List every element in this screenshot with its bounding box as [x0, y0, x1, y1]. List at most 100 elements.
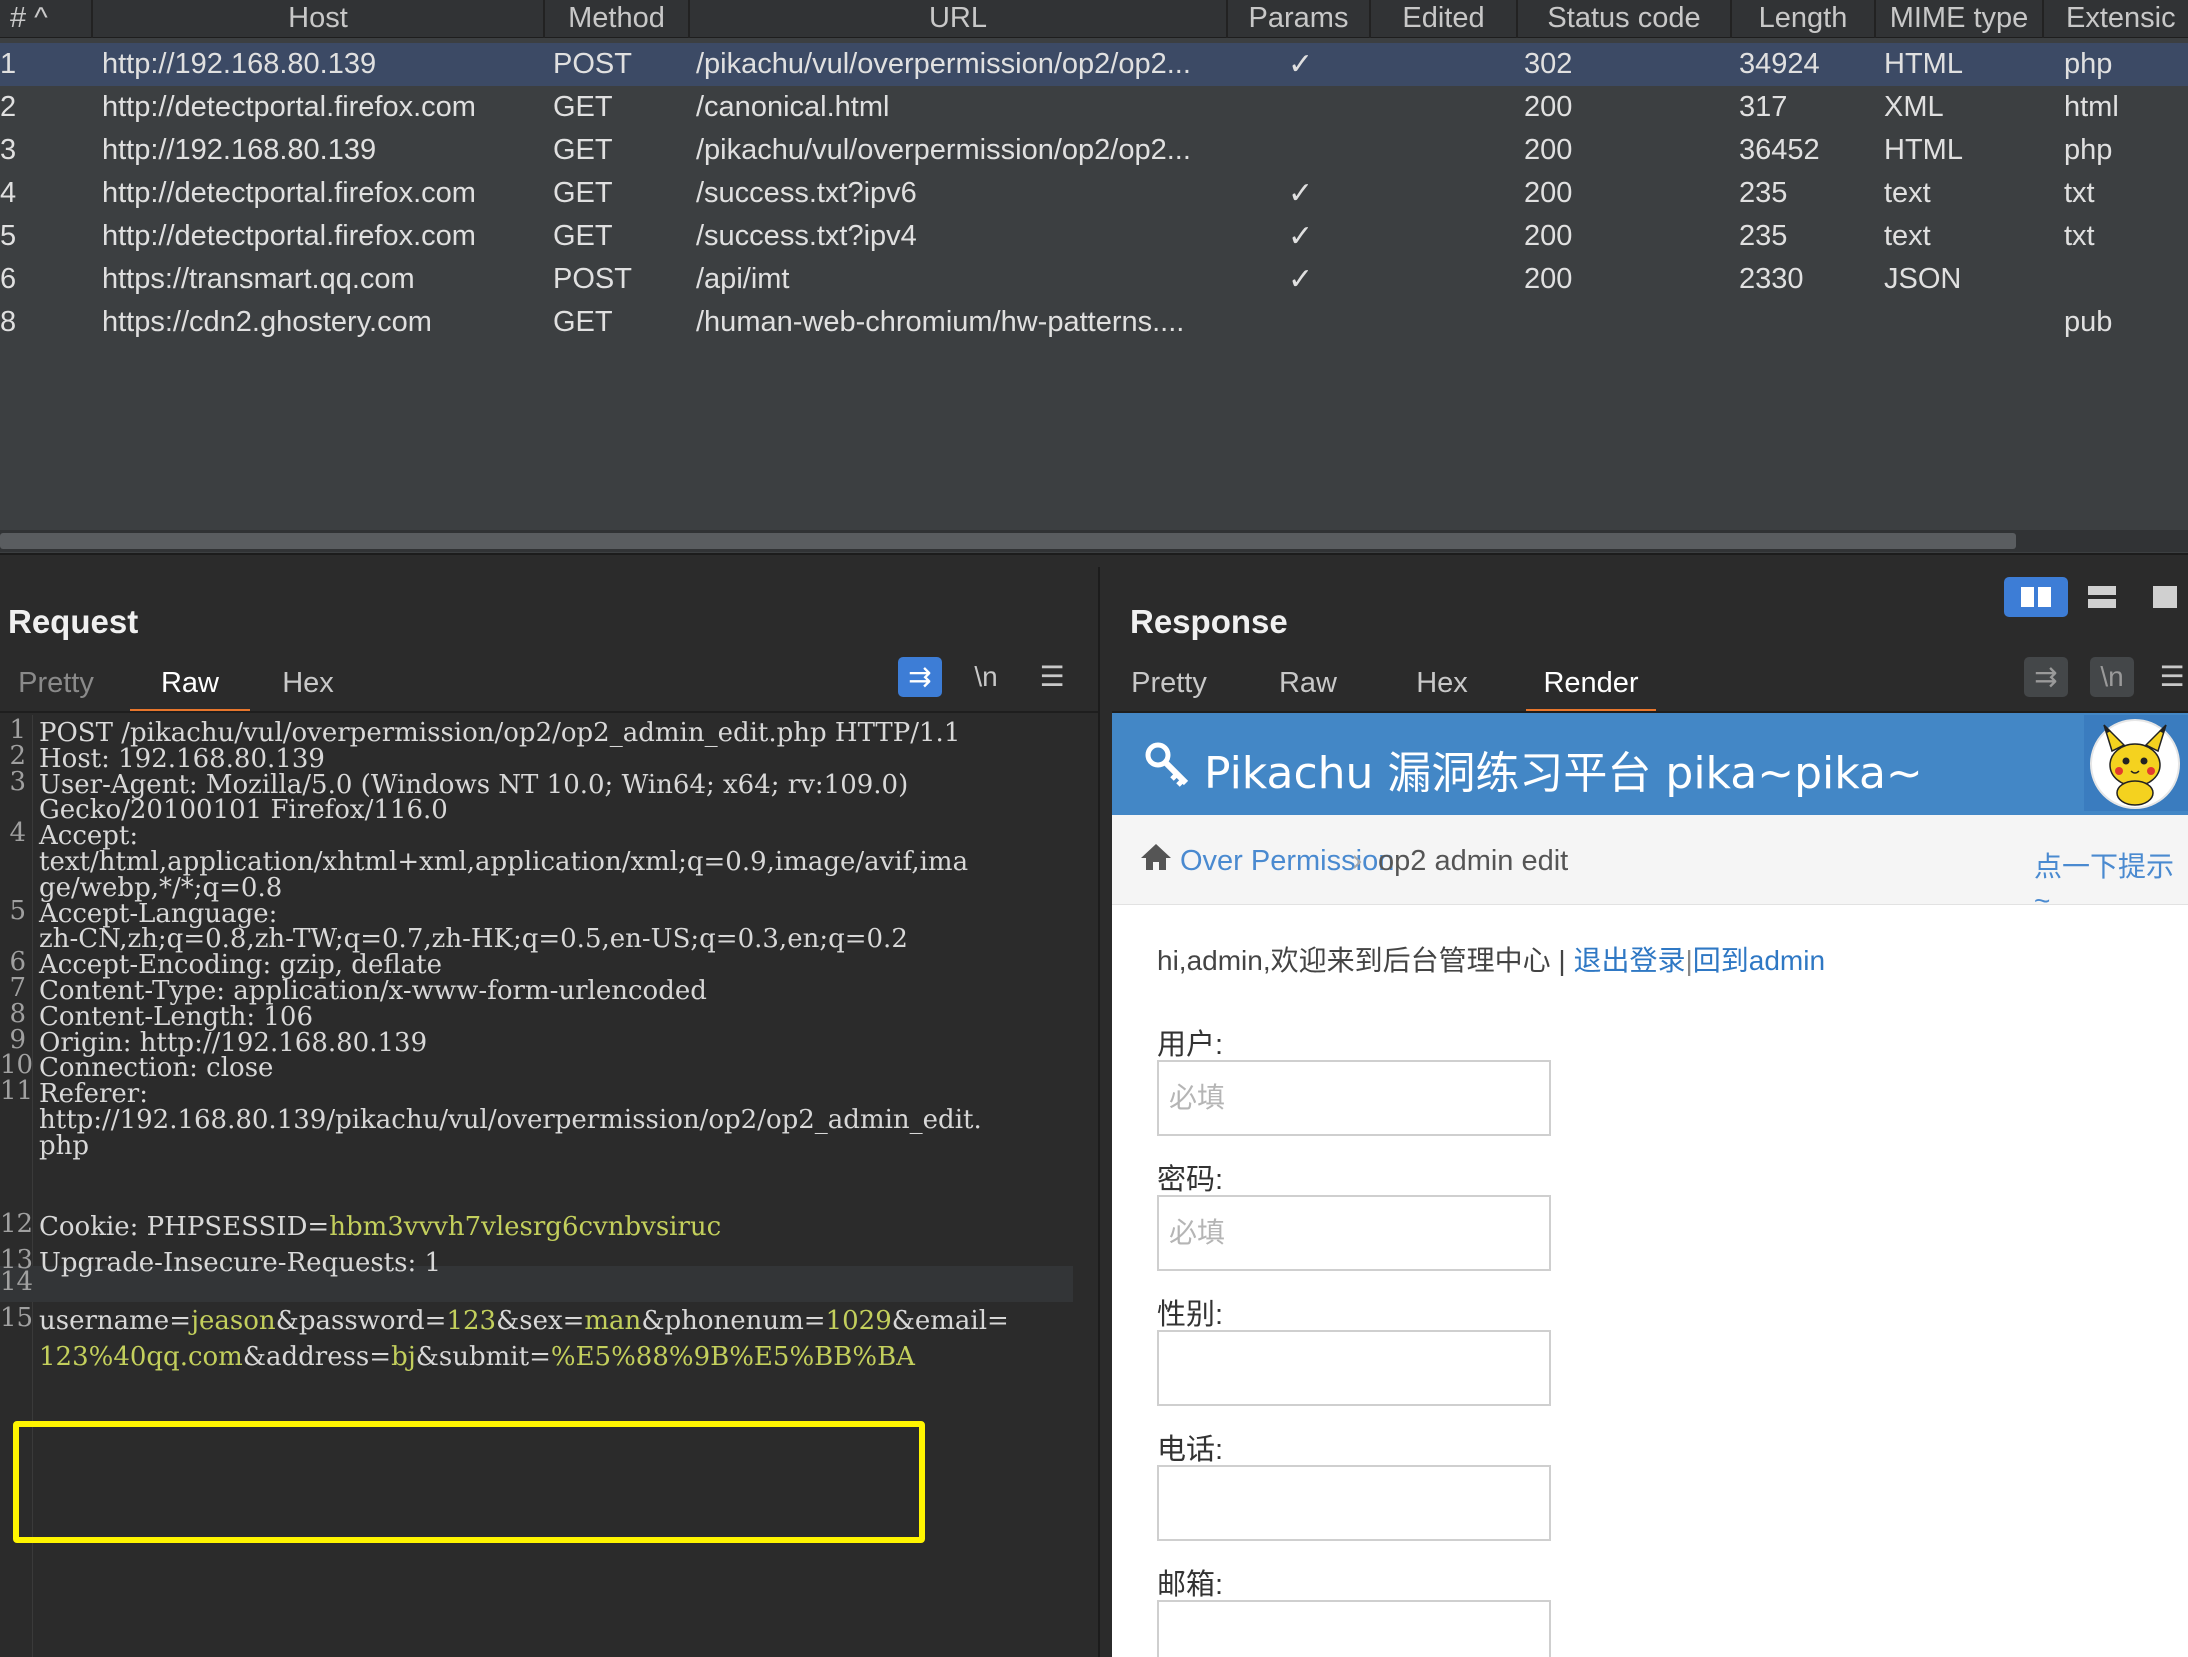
username-input[interactable]: 必填: [1157, 1060, 1551, 1136]
wrap-lines-icon[interactable]: ⇉: [2024, 657, 2068, 697]
table-header: # ^ Host Method URL Params Edited Status…: [0, 0, 2188, 38]
column-header-url[interactable]: URL: [690, 0, 1228, 38]
code-line: php: [39, 1131, 90, 1161]
cell-length: 34924: [1739, 48, 1820, 80]
home-icon[interactable]: [1140, 843, 1172, 871]
show-newlines-icon[interactable]: \n: [964, 657, 1008, 697]
line-number: 5: [9, 896, 26, 926]
request-tab-raw[interactable]: Raw: [130, 663, 250, 713]
cell-num: 8: [0, 306, 17, 338]
wrap-lines-icon[interactable]: ⇉: [898, 657, 942, 697]
sex-input[interactable]: [1157, 1330, 1551, 1406]
cell-host: http://192.168.80.139: [102, 134, 377, 166]
param-key: &submit=: [415, 1342, 551, 1372]
cell-status: 200: [1524, 91, 1573, 123]
avatar[interactable]: [2084, 715, 2188, 811]
tab-underline: [0, 711, 1098, 713]
table-row[interactable]: 6 https://transmart.qq.com POST/api/imt ✓ 20…: [0, 258, 2188, 301]
request-tab-pretty[interactable]: Pretty: [0, 663, 112, 713]
phone-input[interactable]: [1157, 1465, 1551, 1541]
column-header-extension[interactable]: Extensic: [2044, 0, 2188, 38]
request-body-line-1: username=jeason&password=123&sex=man&pho…: [39, 1303, 1079, 1339]
response-tab-hex[interactable]: Hex: [1402, 663, 1482, 713]
show-newlines-icon[interactable]: \n: [2090, 657, 2134, 697]
cell-url: /api/imt: [696, 263, 790, 295]
email-input[interactable]: [1157, 1600, 1551, 1657]
pane-splitter[interactable]: [0, 553, 2188, 567]
menu-icon[interactable]: ☰: [2156, 657, 2188, 697]
request-body-line-2: 123%40qq.com&address=bj&submit=%E5%88%9B…: [39, 1339, 1079, 1375]
welcome-bar: hi,admin,欢迎来到后台管理中心 | 退出登录|回到admin: [1157, 939, 1825, 979]
param-value: bj: [391, 1342, 416, 1372]
annotation-highlight-box: [13, 1421, 925, 1543]
column-header-status-code[interactable]: Status code: [1518, 0, 1732, 38]
column-header-edited[interactable]: Edited: [1371, 0, 1518, 38]
cell-status: 200: [1524, 220, 1573, 252]
cell-mime: HTML: [1884, 134, 1963, 166]
layout-side-by-side-icon[interactable]: [2004, 577, 2068, 617]
cell-length: [1739, 301, 1859, 344]
layout-single-icon[interactable]: [2142, 577, 2188, 617]
column-header-host[interactable]: Host: [93, 0, 545, 38]
cell-mime: text: [1884, 220, 1931, 252]
table-row[interactable]: 8 https://cdn2.ghostery.com GET/human-web-…: [0, 301, 2188, 344]
code-line: Upgrade-Insecure-Requests: 1: [39, 1248, 442, 1278]
cell-num: 3: [0, 134, 17, 166]
request-title: Request: [8, 603, 139, 640]
table-row[interactable]: 2 http://detectportal.firefox.com GET/cano…: [0, 86, 2188, 129]
line-number: 15: [0, 1303, 34, 1333]
response-title: Response: [1130, 603, 1288, 640]
email-label: 邮箱:: [1157, 1569, 1224, 1601]
cell-params: [1288, 86, 1348, 129]
menu-icon[interactable]: ☰: [1030, 657, 1074, 697]
response-tab-raw[interactable]: Raw: [1268, 663, 1348, 713]
cell-method: GET: [553, 177, 613, 209]
cell-status: [1524, 301, 1644, 344]
column-header-mime-type[interactable]: MIME type: [1876, 0, 2044, 38]
cell-ext: txt: [2064, 177, 2095, 209]
table-row[interactable]: 3 http://192.168.80.139 GET/pikachu/vul/ov…: [0, 129, 2188, 172]
cell-mime: [1884, 301, 2034, 344]
cell-params: ✓: [1288, 177, 1314, 210]
chevron-right-icon: [1353, 855, 1362, 869]
param-value: 1029: [825, 1306, 892, 1336]
cell-length: 36452: [1739, 134, 1820, 166]
cell-ext: [2064, 258, 2184, 301]
table-row[interactable]: 4 http://detectportal.firefox.com GET/succ…: [0, 172, 2188, 215]
layout-stacked-icon[interactable]: [2070, 577, 2134, 617]
column-header-number[interactable]: # ^: [0, 0, 93, 38]
welcome-text: hi,admin,欢迎来到后台管理中心 |: [1157, 945, 1566, 976]
breadcrumb-section-link[interactable]: Over Permission: [1180, 845, 1394, 878]
table-row[interactable]: 5 http://detectportal.firefox.com GET/succ…: [0, 215, 2188, 258]
cell-method: POST: [553, 48, 632, 80]
cell-num: 6: [0, 263, 17, 295]
cell-length: 235: [1739, 177, 1788, 209]
cell-method: POST: [553, 263, 632, 295]
cell-url: /pikachu/vul/overpermission/op2/op2...: [696, 48, 1191, 80]
cell-length: 2330: [1739, 263, 1804, 295]
response-tab-render[interactable]: Render: [1526, 663, 1656, 713]
param-key: &phonenum=: [641, 1306, 826, 1336]
scrollbar-thumb[interactable]: [0, 533, 2016, 549]
horizontal-scrollbar[interactable]: [0, 530, 2188, 552]
password-input[interactable]: 必填: [1157, 1195, 1551, 1271]
vertical-splitter[interactable]: [1098, 567, 1112, 1657]
table-row[interactable]: 1 http://192.168.80.139 POST/pikachu/vul/o…: [0, 43, 2188, 86]
param-value: jeason: [190, 1306, 276, 1336]
param-value: %E5%88%9B%E5%BB%BA: [550, 1342, 915, 1372]
param-value: 123: [446, 1306, 497, 1336]
line-number: 3: [9, 767, 26, 797]
column-header-params[interactable]: Params: [1228, 0, 1371, 38]
pikachu-avatar-image: [2090, 719, 2180, 809]
param-key: &email=: [891, 1306, 1009, 1336]
cell-status: 200: [1524, 177, 1573, 209]
column-header-method[interactable]: Method: [545, 0, 690, 38]
logout-link[interactable]: 退出登录: [1573, 945, 1685, 976]
back-to-admin-link[interactable]: 回到admin: [1693, 945, 1825, 976]
column-header-length[interactable]: Length: [1732, 0, 1876, 38]
request-tab-hex[interactable]: Hex: [268, 663, 348, 713]
cell-host: http://192.168.80.139: [102, 48, 377, 80]
response-tab-pretty[interactable]: Pretty: [1114, 663, 1224, 713]
sex-label: 性别:: [1157, 1299, 1224, 1331]
site-title[interactable]: Pikachu 漏洞练习平台 pika~pika~: [1204, 737, 1923, 801]
